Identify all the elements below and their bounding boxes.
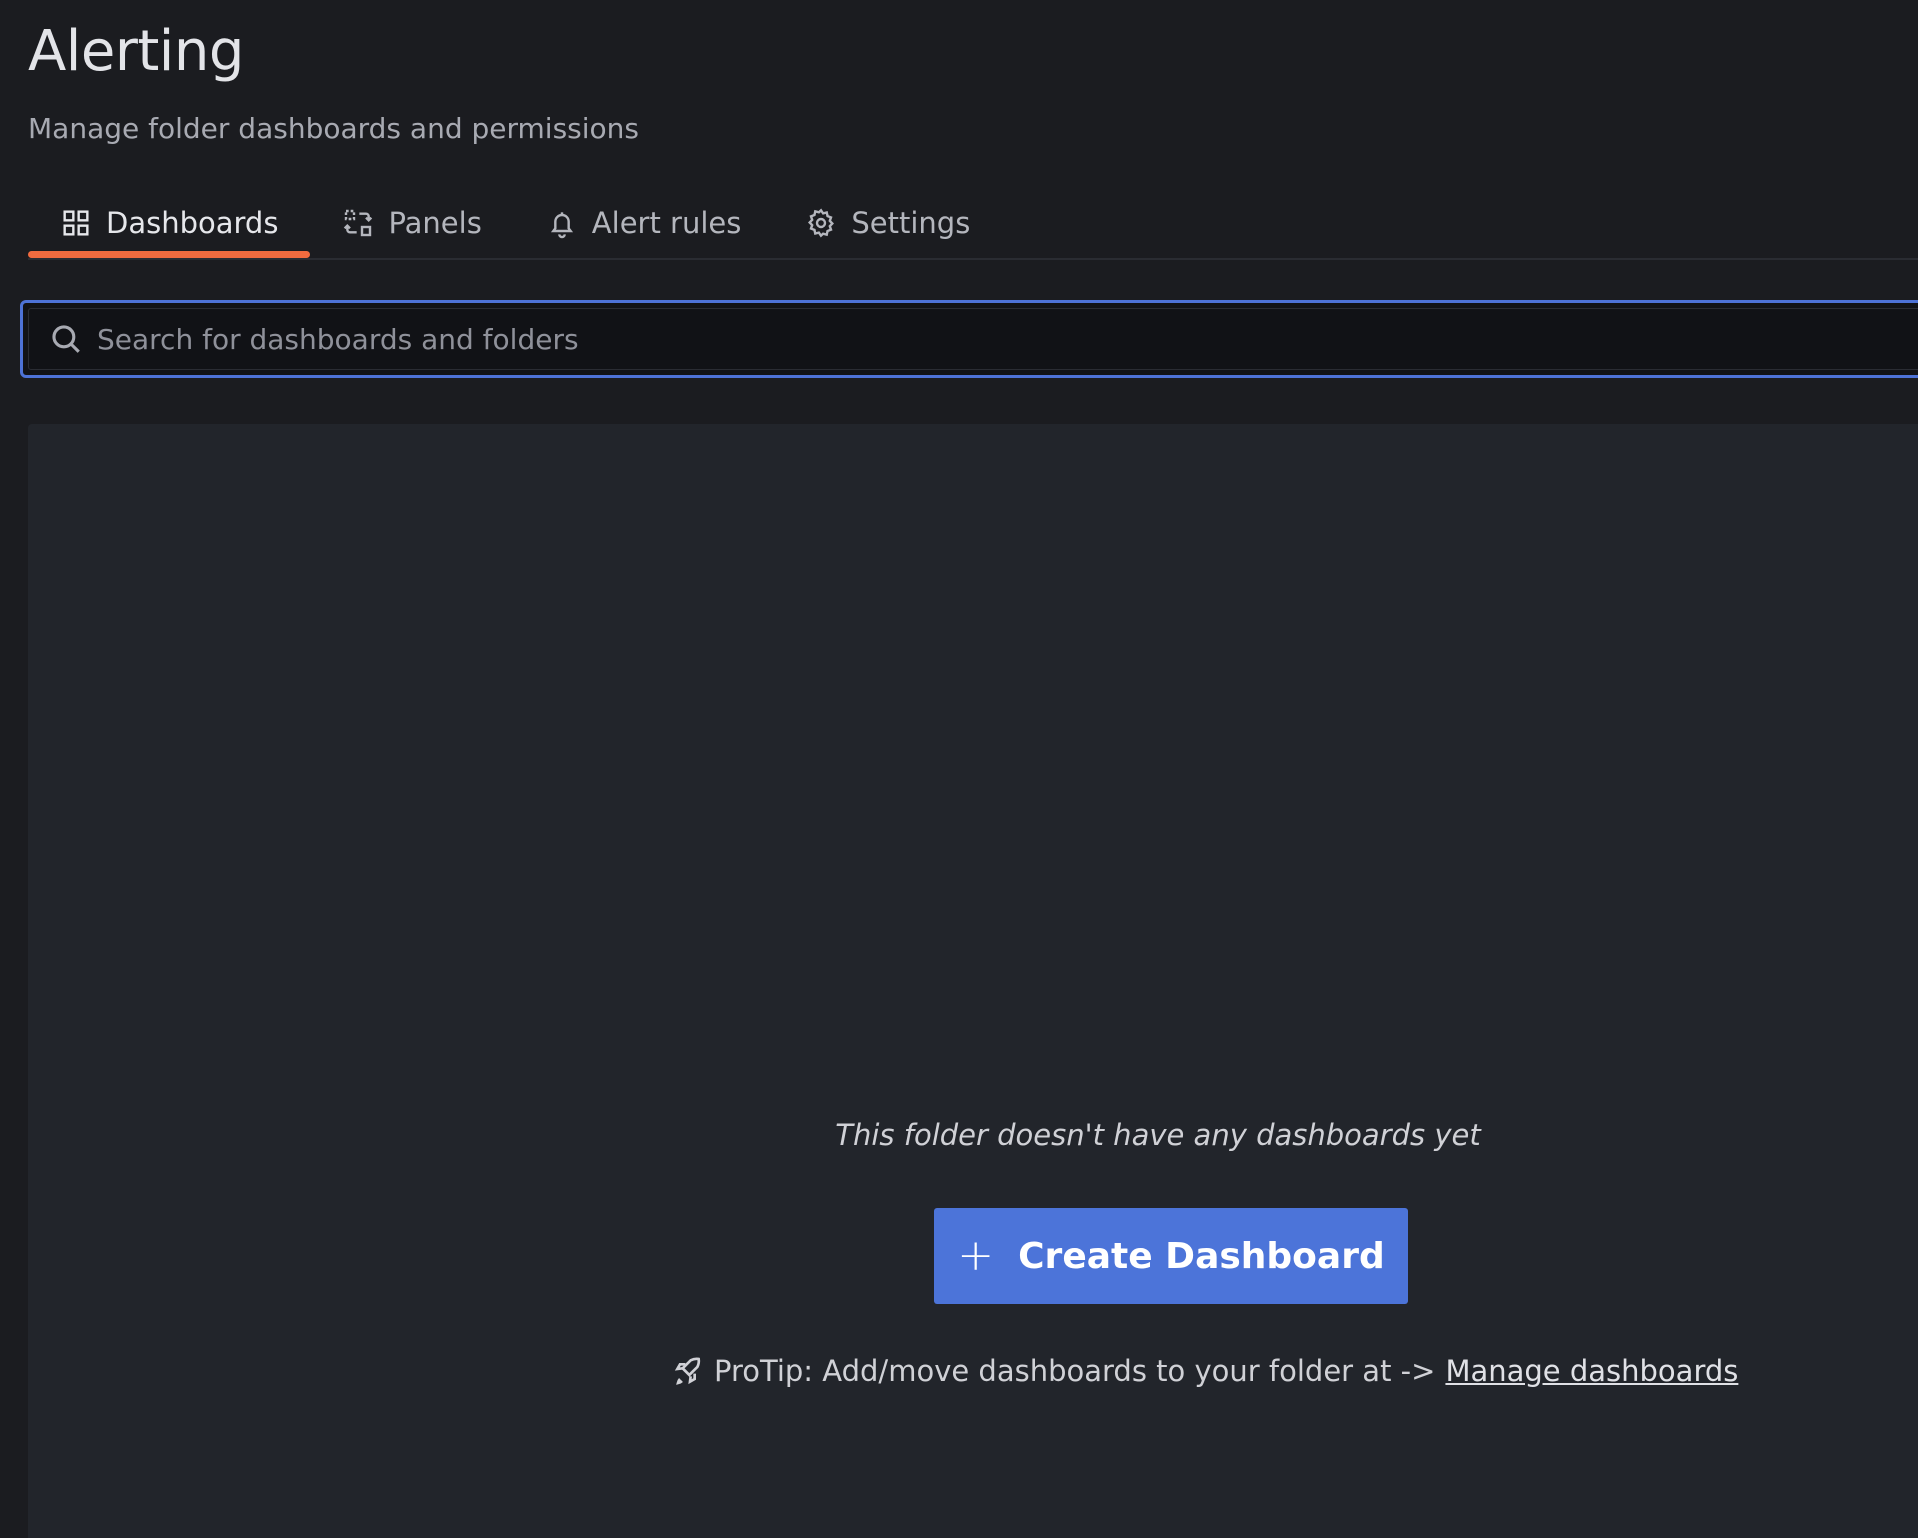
search-box (20, 300, 1918, 378)
search-icon (52, 325, 80, 353)
tab-alert-rules-label: Alert rules (591, 206, 742, 240)
tab-dashboards-label: Dashboards (106, 206, 279, 240)
cog-icon (808, 208, 835, 238)
tab-settings[interactable]: Settings (773, 192, 1002, 254)
page-title: Alerting (28, 19, 244, 84)
page-header: Alerting Manage folder dashboards and pe… (28, 14, 639, 146)
tab-panels-label: Panels (388, 206, 482, 240)
tab-alert-rules[interactable]: Alert rules (514, 192, 774, 254)
create-dashboard-label: Create Dashboard (1018, 1235, 1385, 1277)
tab-dashboards[interactable]: Dashboards (28, 192, 311, 258)
apps-grid-icon (63, 210, 89, 236)
protip-text: ProTip: Add/move dashboards to your fold… (714, 1354, 1436, 1388)
tab-settings-label: Settings (851, 206, 971, 240)
page-subtitle: Manage folder dashboards and permissions (28, 112, 639, 145)
manage-dashboards-link[interactable]: Manage dashboards (1445, 1354, 1738, 1388)
tab-panels[interactable]: Panels (310, 192, 513, 254)
search-input[interactable] (95, 308, 1918, 370)
plus-icon: + (957, 1230, 995, 1281)
panel-library-icon (344, 209, 373, 237)
protip: ProTip: Add/move dashboards to your fold… (672, 1354, 1738, 1388)
bell-icon (550, 212, 573, 239)
rocket-icon (674, 1357, 701, 1385)
folder-tabs: Dashboards Panels Alert rules Settings (28, 192, 1918, 260)
create-dashboard-button[interactable]: + Create Dashboard (934, 1208, 1408, 1304)
empty-state-message: This folder doesn't have any dashboards … (835, 1118, 1481, 1152)
folder-page: Alerting Manage folder dashboards and pe… (0, 0, 1918, 1538)
